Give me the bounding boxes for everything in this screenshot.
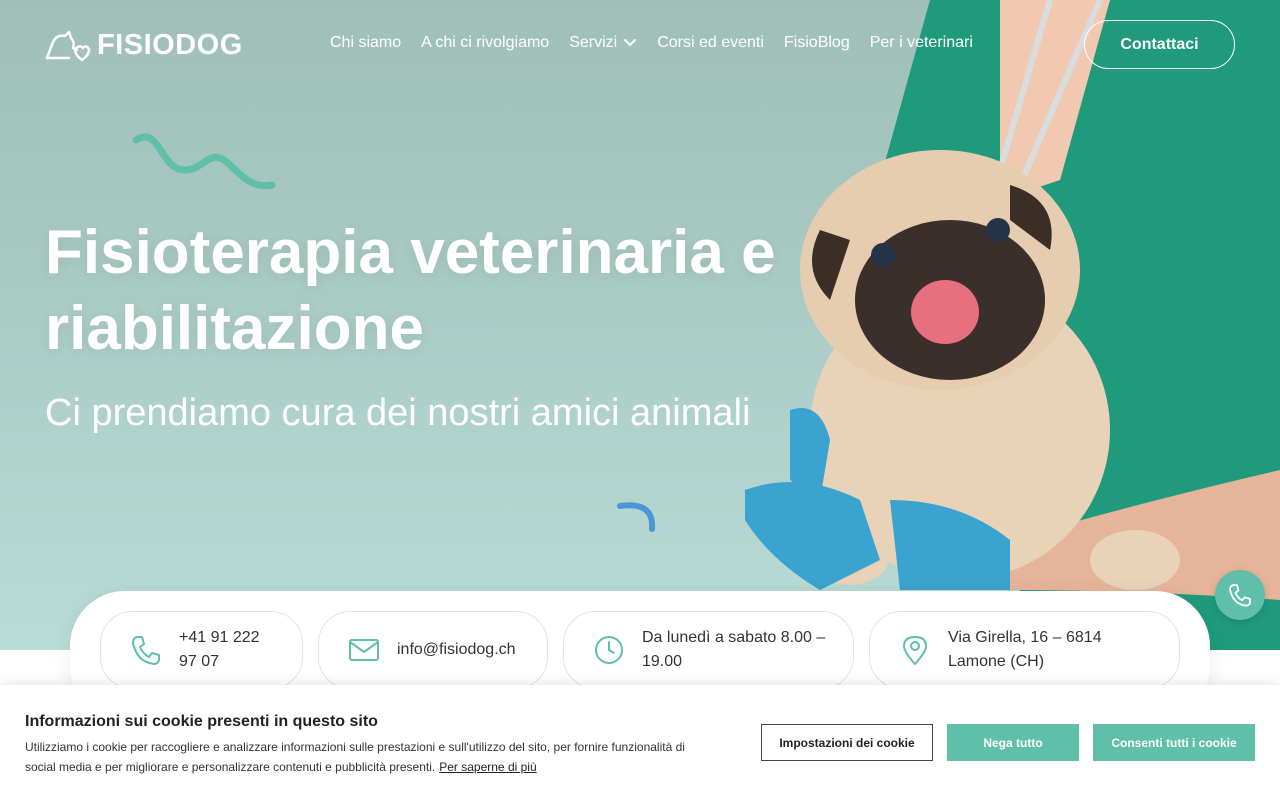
logo[interactable]: FISIODOG: [45, 28, 243, 62]
hero-title: Fisioterapia veterinaria e riabilitazion…: [45, 218, 776, 363]
cookie-banner: Informazioni sui cookie presenti in ques…: [0, 685, 1280, 800]
floating-call-button[interactable]: [1215, 570, 1265, 620]
dog-heart-logo-icon: [45, 30, 91, 62]
mail-icon: [349, 639, 379, 661]
hero-section: FISIODOG Chi siamo A chi ci rivolgiamo S…: [0, 0, 1280, 650]
nav-item-corsi-ed-eventi[interactable]: Corsi ed eventi: [657, 34, 764, 52]
opening-hours: Da lunedì a sabato 8.00 – 19.00: [642, 629, 826, 670]
phone-icon: [1229, 584, 1251, 607]
nav-label: Servizi: [569, 34, 618, 51]
email-address: info@fisiodog.ch: [397, 641, 516, 658]
decorative-arc: [617, 502, 656, 532]
location-pin-icon: [902, 635, 928, 666]
phone-icon: [132, 636, 160, 665]
phone-card[interactable]: +41 91 222 97 07: [100, 611, 303, 689]
email-card[interactable]: info@fisiodog.ch: [318, 611, 548, 689]
phone-number: +41 91 222 97 07: [179, 629, 260, 670]
decorative-squiggle: [132, 133, 276, 190]
logo-text: FISIODOG: [97, 28, 243, 61]
hero-subtitle: Ci prendiamo cura dei nostri amici anima…: [45, 392, 751, 434]
nav-label: Per i veterinari: [869, 34, 973, 51]
hours-card: Da lunedì a sabato 8.00 – 19.00: [563, 611, 854, 689]
nav-item-a-chi-ci-rivolgiamo[interactable]: A chi ci rivolgiamo: [421, 34, 549, 52]
clock-icon: [595, 636, 623, 664]
cookie-deny-button[interactable]: Nega tutto: [947, 724, 1079, 761]
cookie-description: Utilizziamo i cookie per raccogliere e a…: [25, 740, 685, 774]
nav-item-fisioblog[interactable]: FisioBlog: [784, 34, 850, 52]
cookie-settings-button[interactable]: Impostazioni dei cookie: [761, 724, 933, 761]
nav-label: Corsi ed eventi: [657, 34, 764, 51]
nav-label: FisioBlog: [783, 34, 850, 51]
nav-item-servizi[interactable]: Servizi: [569, 34, 637, 52]
cookie-title: Informazioni sui cookie presenti in ques…: [25, 713, 378, 730]
address-card[interactable]: Via Girella, 16 – 6814 Lamone (CH): [869, 611, 1180, 689]
contact-button[interactable]: Contattaci: [1084, 20, 1235, 69]
cookie-learn-more-link[interactable]: Per saperne di più: [439, 760, 536, 774]
address: Via Girella, 16 – 6814 Lamone (CH): [948, 629, 1102, 670]
nav-item-per-i-veterinari[interactable]: Per i veterinari: [870, 34, 973, 52]
chevron-down-icon: [624, 39, 637, 47]
cookie-text: Utilizziamo i cookie per raccogliere e a…: [25, 737, 685, 777]
main-nav: Chi siamo A chi ci rivolgiamo Servizi Co…: [330, 34, 973, 52]
nav-label: Chi siamo: [330, 34, 402, 51]
nav-item-chi-siamo[interactable]: Chi siamo: [330, 34, 401, 52]
nav-label: A chi ci rivolgiamo: [421, 34, 550, 51]
cookie-allow-all-button[interactable]: Consenti tutti i cookie: [1093, 724, 1255, 761]
